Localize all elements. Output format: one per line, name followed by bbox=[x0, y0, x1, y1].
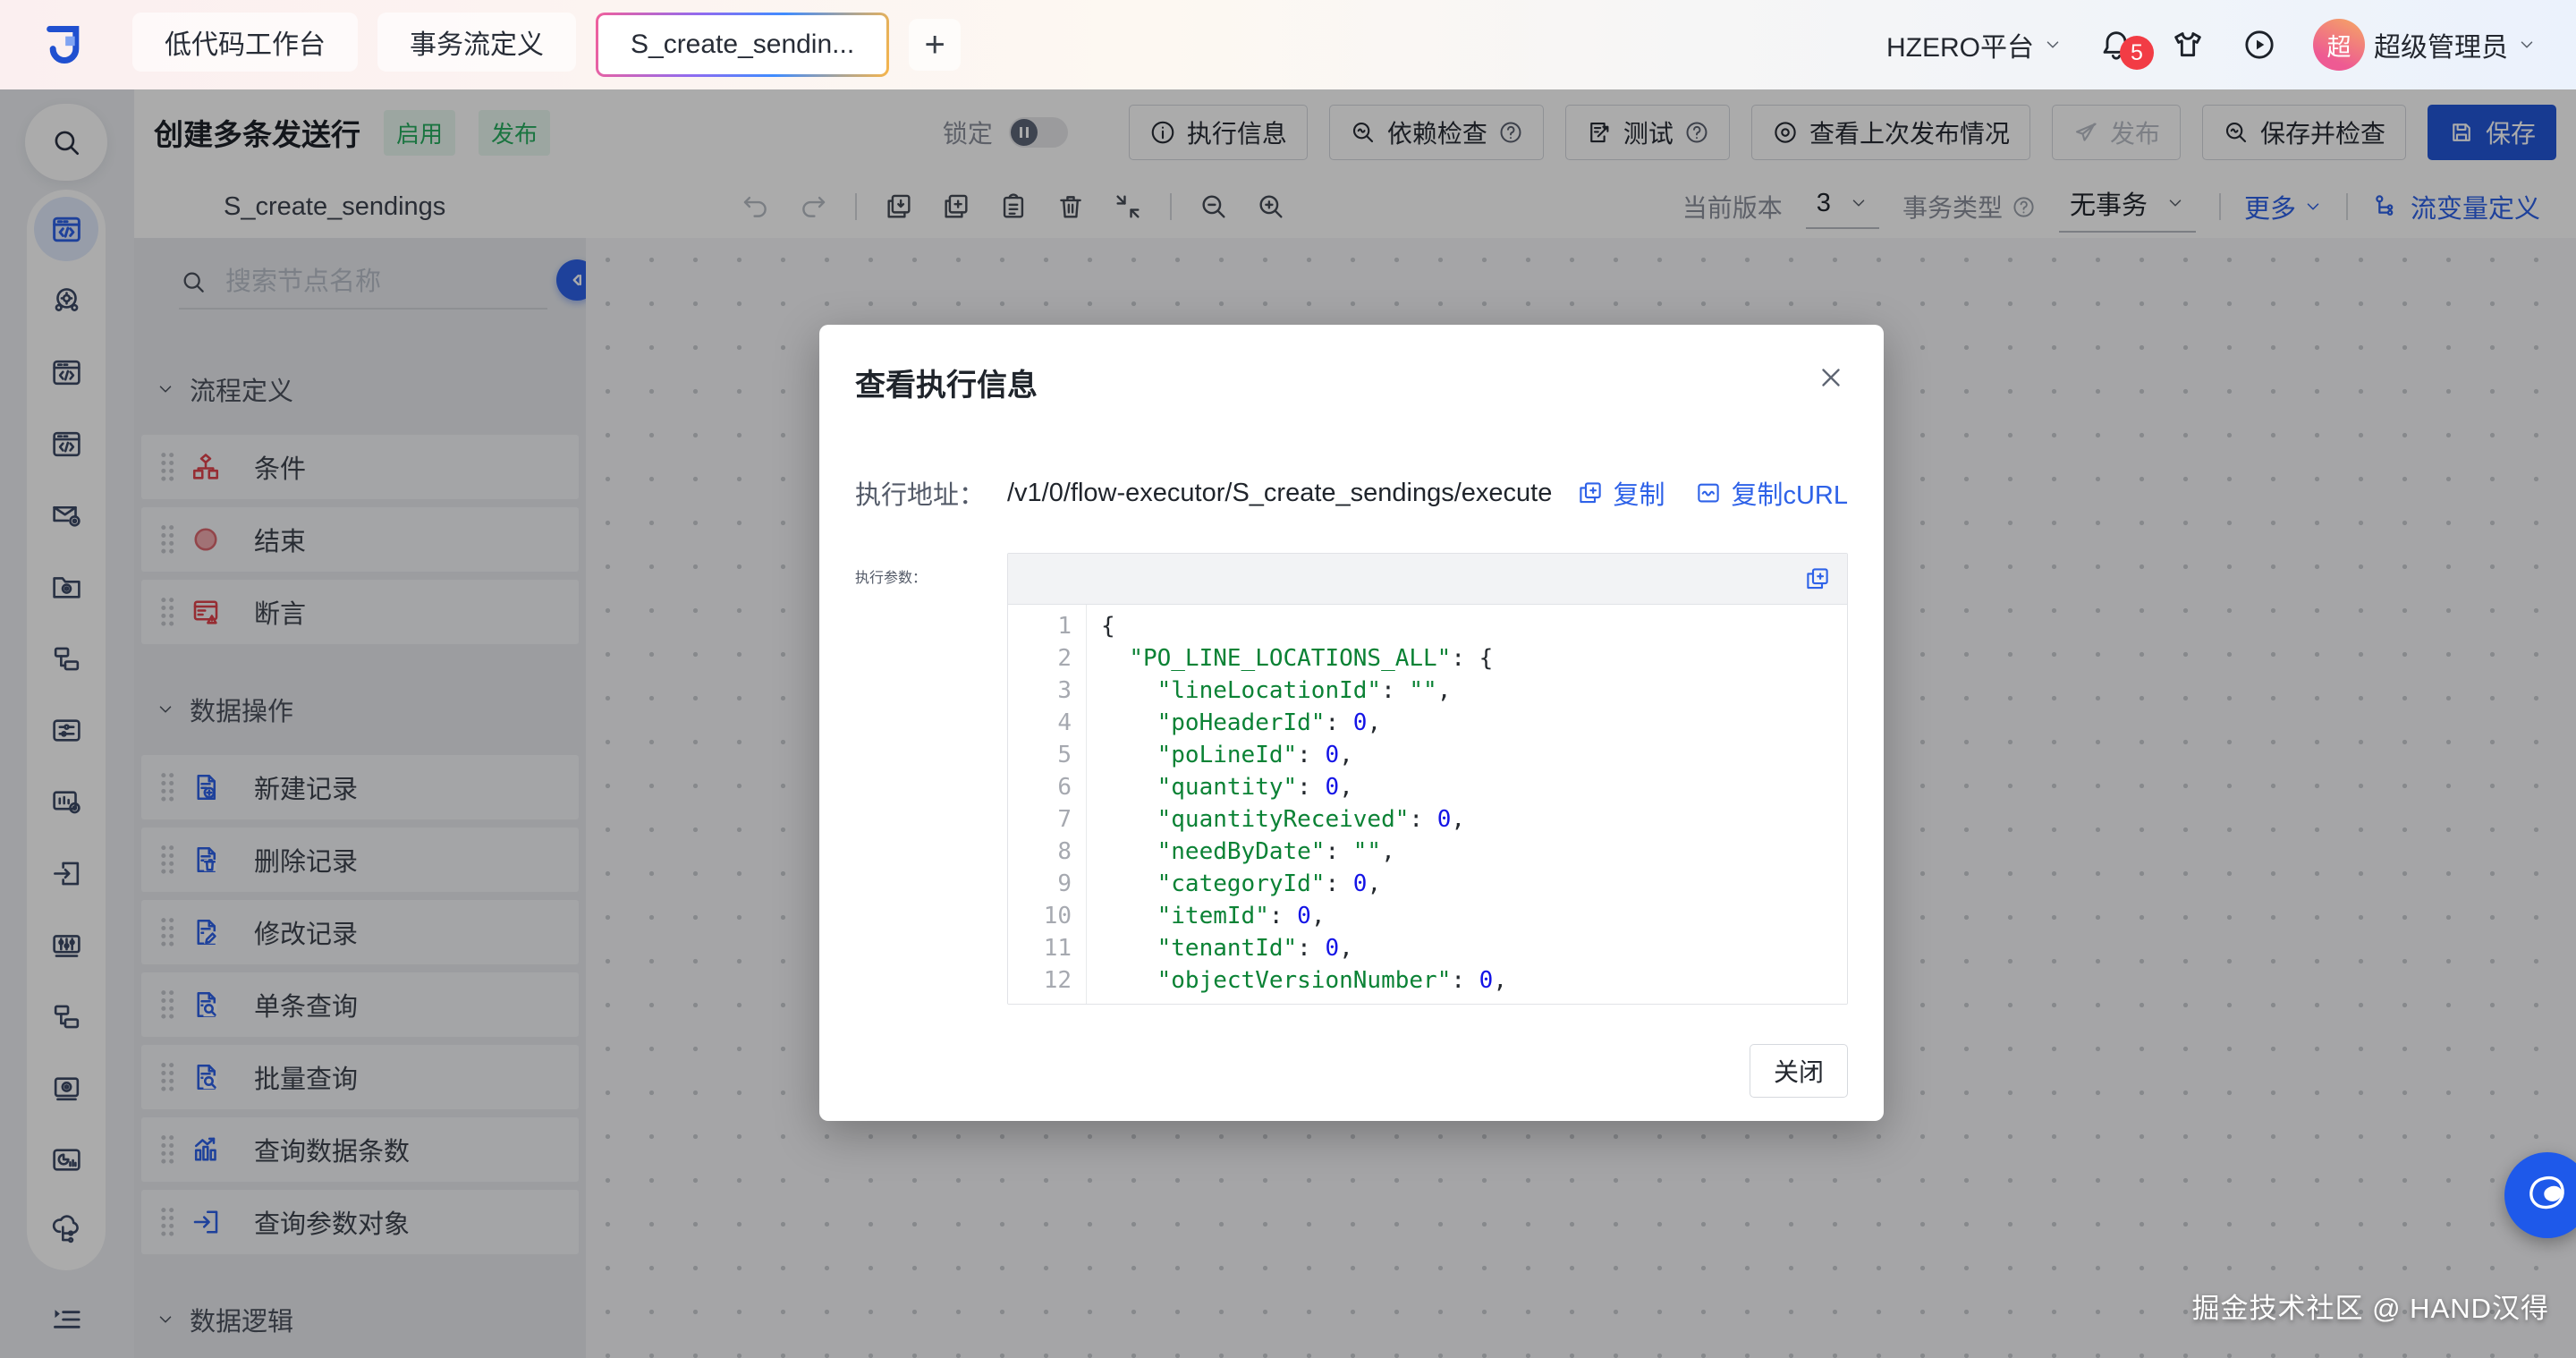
watermark: 掘金技术社区 @ HAND汉得 bbox=[2191, 1286, 2549, 1326]
modal-close-button[interactable]: 关闭 bbox=[1750, 1044, 1848, 1098]
json-editor-toolbar bbox=[1008, 554, 1847, 605]
copy-code-icon[interactable] bbox=[1804, 565, 1831, 592]
curl-icon bbox=[1695, 480, 1722, 506]
modal-footer: 关闭 bbox=[1750, 1044, 1848, 1098]
hzero-logo-icon bbox=[39, 20, 89, 70]
top-navbar: 低代码工作台 事务流定义 S_create_sendin... + HZERO平台 … bbox=[0, 0, 2576, 89]
copy-links: 复制 复制cURL bbox=[1577, 474, 1848, 512]
platform-label: HZERO平台 bbox=[1886, 25, 2034, 64]
notifications-button[interactable]: 5 bbox=[2098, 27, 2134, 63]
close-icon[interactable] bbox=[1816, 362, 1846, 393]
tab-label: S_create_sendin... bbox=[631, 30, 854, 60]
platform-switcher[interactable]: HZERO平台 bbox=[1886, 25, 2063, 64]
chat-widget-icon bbox=[2521, 1169, 2573, 1221]
avatar-text: 超 bbox=[2327, 28, 2351, 63]
exec-url-label: 执行地址： bbox=[855, 474, 1007, 512]
copy-icon bbox=[1577, 480, 1604, 506]
add-tab-button[interactable]: + bbox=[909, 19, 961, 71]
tab-label: 低代码工作台 bbox=[165, 22, 326, 62]
chevron-down-icon bbox=[2517, 35, 2537, 55]
user-menu[interactable]: 超 超级管理员 bbox=[2313, 19, 2537, 71]
exec-url-value: /v1/0/flow-executor/S_create_sendings/ex… bbox=[1007, 479, 1552, 508]
tab-2[interactable]: 事务流定义 bbox=[377, 13, 576, 72]
tab-3[interactable]: S_create_sendin... bbox=[596, 13, 889, 77]
copy-button[interactable]: 复制 bbox=[1577, 474, 1665, 512]
tab-1[interactable]: 低代码工作台 bbox=[132, 13, 358, 72]
exec-url-row: 执行地址： /v1/0/flow-executor/S_create_sendi… bbox=[855, 474, 1848, 512]
exec-info-modal: 查看执行信息 执行地址： /v1/0/flow-executor/S_creat… bbox=[819, 325, 1884, 1121]
json-editor: 123456789101112 { "PO_LINE_LOCATIONS_ALL… bbox=[1007, 553, 1848, 1005]
exec-params-label: 执行参数： bbox=[855, 553, 1007, 587]
add-tab-label: + bbox=[924, 25, 945, 65]
copy-curl-button[interactable]: 复制cURL bbox=[1695, 474, 1848, 512]
json-code-area[interactable]: 123456789101112 { "PO_LINE_LOCATIONS_ALL… bbox=[1008, 605, 1847, 1004]
tab-bar: 低代码工作台 事务流定义 S_create_sendin... bbox=[132, 13, 909, 77]
modal-title: 查看执行信息 bbox=[855, 361, 1848, 404]
tab-label: 事务流定义 bbox=[410, 22, 544, 62]
copy-label: 复制 bbox=[1613, 474, 1665, 512]
code-lines: { "PO_LINE_LOCATIONS_ALL": { "lineLocati… bbox=[1087, 605, 1507, 1004]
username: 超级管理员 bbox=[2374, 25, 2508, 64]
help-play-icon[interactable] bbox=[2241, 27, 2277, 63]
copy-curl-label: 复制cURL bbox=[1731, 474, 1848, 512]
theme-tshirt-icon[interactable] bbox=[2170, 27, 2206, 63]
navbar-right: HZERO平台 5 超 超级管理员 bbox=[1886, 19, 2537, 71]
avatar: 超 bbox=[2313, 19, 2365, 71]
chevron-down-icon bbox=[2043, 35, 2063, 55]
notification-badge: 5 bbox=[2120, 36, 2154, 70]
exec-params-row: 执行参数： 123456789101112 { "PO_LINE_LOCATIO… bbox=[855, 553, 1848, 1005]
line-numbers: 123456789101112 bbox=[1008, 605, 1087, 1004]
app-root: 低代码工作台 事务流定义 S_create_sendin... + HZERO平台 … bbox=[0, 0, 2576, 1358]
